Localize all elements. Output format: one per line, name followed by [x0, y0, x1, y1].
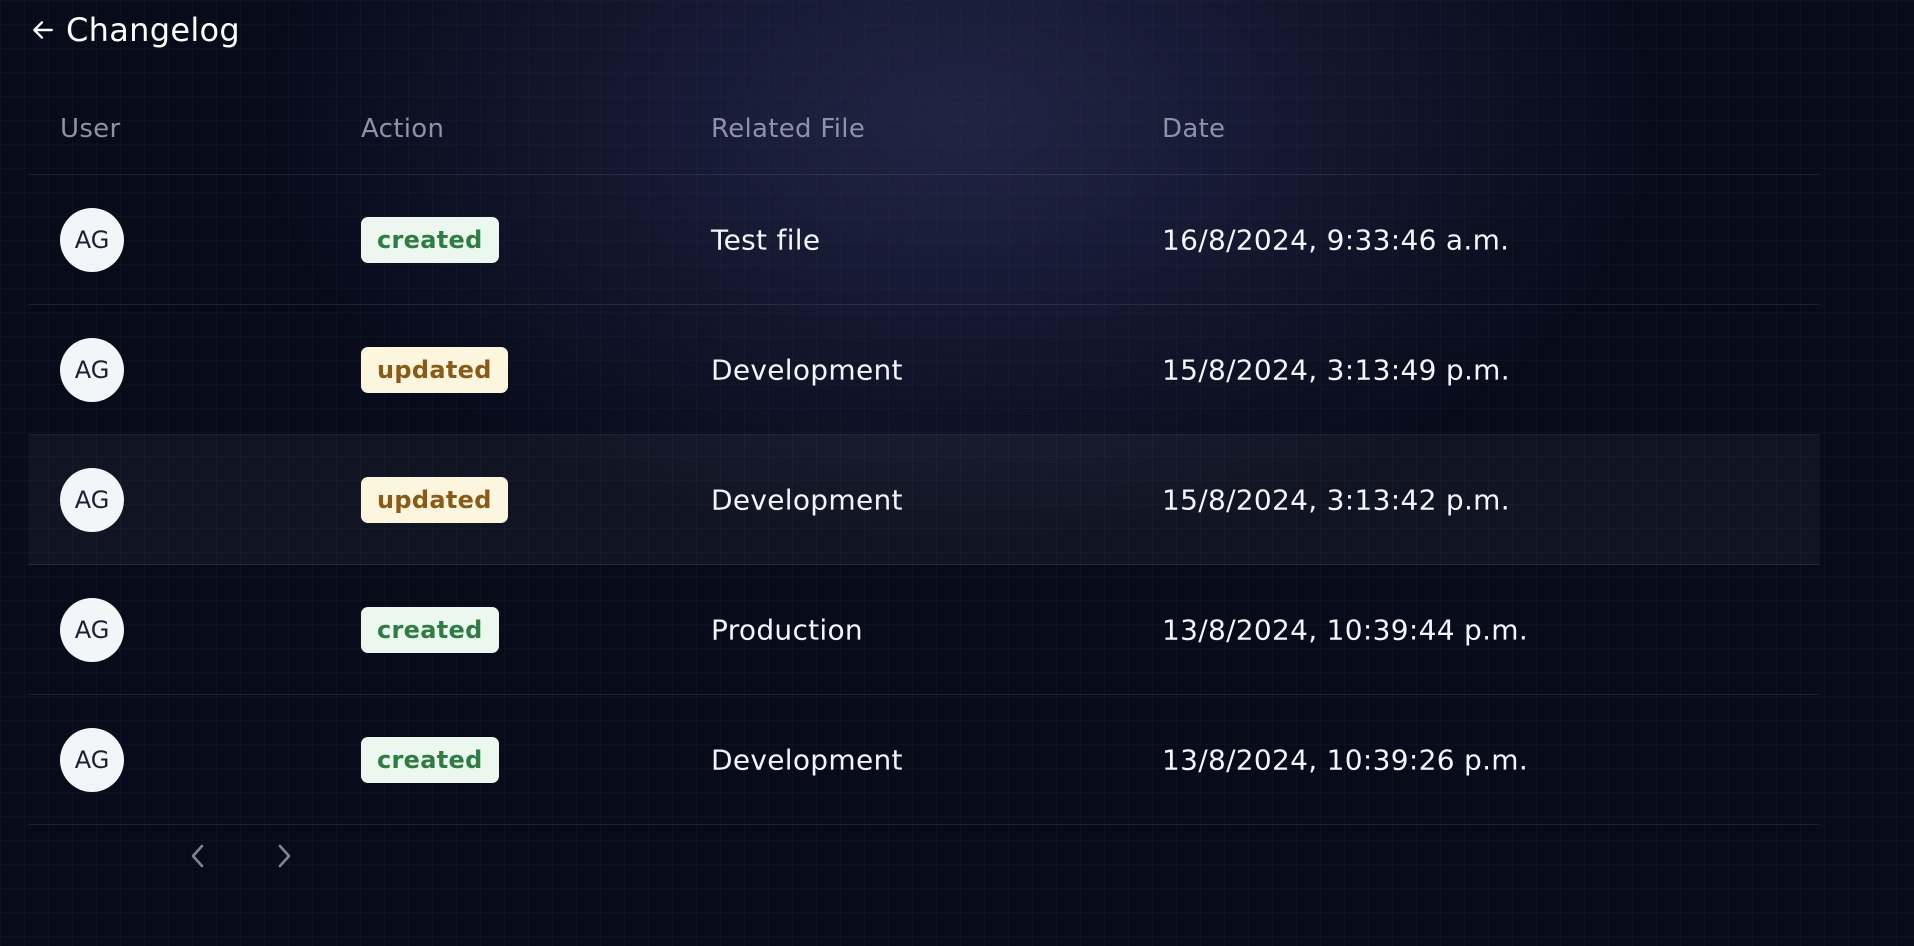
related-file-cell: Development: [711, 353, 903, 386]
table-row[interactable]: AG updated Development 15/8/2024, 3:13:4…: [28, 435, 1820, 565]
pagination: [180, 838, 302, 874]
date-cell: 16/8/2024, 9:33:46 a.m.: [1162, 223, 1510, 256]
table-row[interactable]: AG updated Development 15/8/2024, 3:13:4…: [28, 305, 1820, 435]
status-badge: created: [361, 606, 499, 653]
status-badge: updated: [361, 476, 508, 523]
table-header: User Action Related File Date: [28, 84, 1820, 175]
date-cell: 13/8/2024, 10:39:26 p.m.: [1162, 743, 1529, 776]
page-header: Changelog: [30, 8, 240, 52]
table-row[interactable]: AG created Development 13/8/2024, 10:39:…: [28, 695, 1820, 825]
avatar: AG: [60, 727, 124, 792]
status-badge: created: [361, 736, 499, 783]
avatar: AG: [60, 467, 124, 532]
avatar: AG: [60, 597, 124, 662]
avatar: AG: [60, 207, 124, 272]
related-file-cell: Development: [711, 743, 903, 776]
avatar: AG: [60, 337, 124, 402]
arrow-left-icon: [33, 21, 53, 39]
table-row[interactable]: AG created Production 13/8/2024, 10:39:4…: [28, 565, 1820, 695]
status-badge: updated: [361, 346, 508, 393]
chevron-left-icon: [191, 844, 204, 868]
related-file-cell: Production: [711, 613, 863, 646]
related-file-cell: Development: [711, 483, 903, 516]
column-header-action[interactable]: Action: [361, 114, 444, 144]
date-cell: 15/8/2024, 3:13:42 p.m.: [1162, 483, 1510, 516]
status-badge: created: [361, 216, 499, 263]
back-button[interactable]: [30, 17, 56, 43]
column-header-user[interactable]: User: [60, 114, 120, 144]
related-file-cell: Test file: [711, 223, 821, 256]
column-header-related-file[interactable]: Related File: [711, 114, 865, 144]
next-page-button[interactable]: [266, 838, 302, 874]
previous-page-button[interactable]: [180, 838, 216, 874]
table-row[interactable]: AG created Test file 16/8/2024, 9:33:46 …: [28, 175, 1820, 305]
chevron-right-icon: [278, 844, 291, 868]
column-header-date[interactable]: Date: [1162, 114, 1225, 144]
changelog-table: User Action Related File Date AG created…: [28, 84, 1820, 825]
date-cell: 15/8/2024, 3:13:49 p.m.: [1162, 353, 1510, 386]
page-title: Changelog: [66, 11, 240, 49]
date-cell: 13/8/2024, 10:39:44 p.m.: [1162, 613, 1529, 646]
